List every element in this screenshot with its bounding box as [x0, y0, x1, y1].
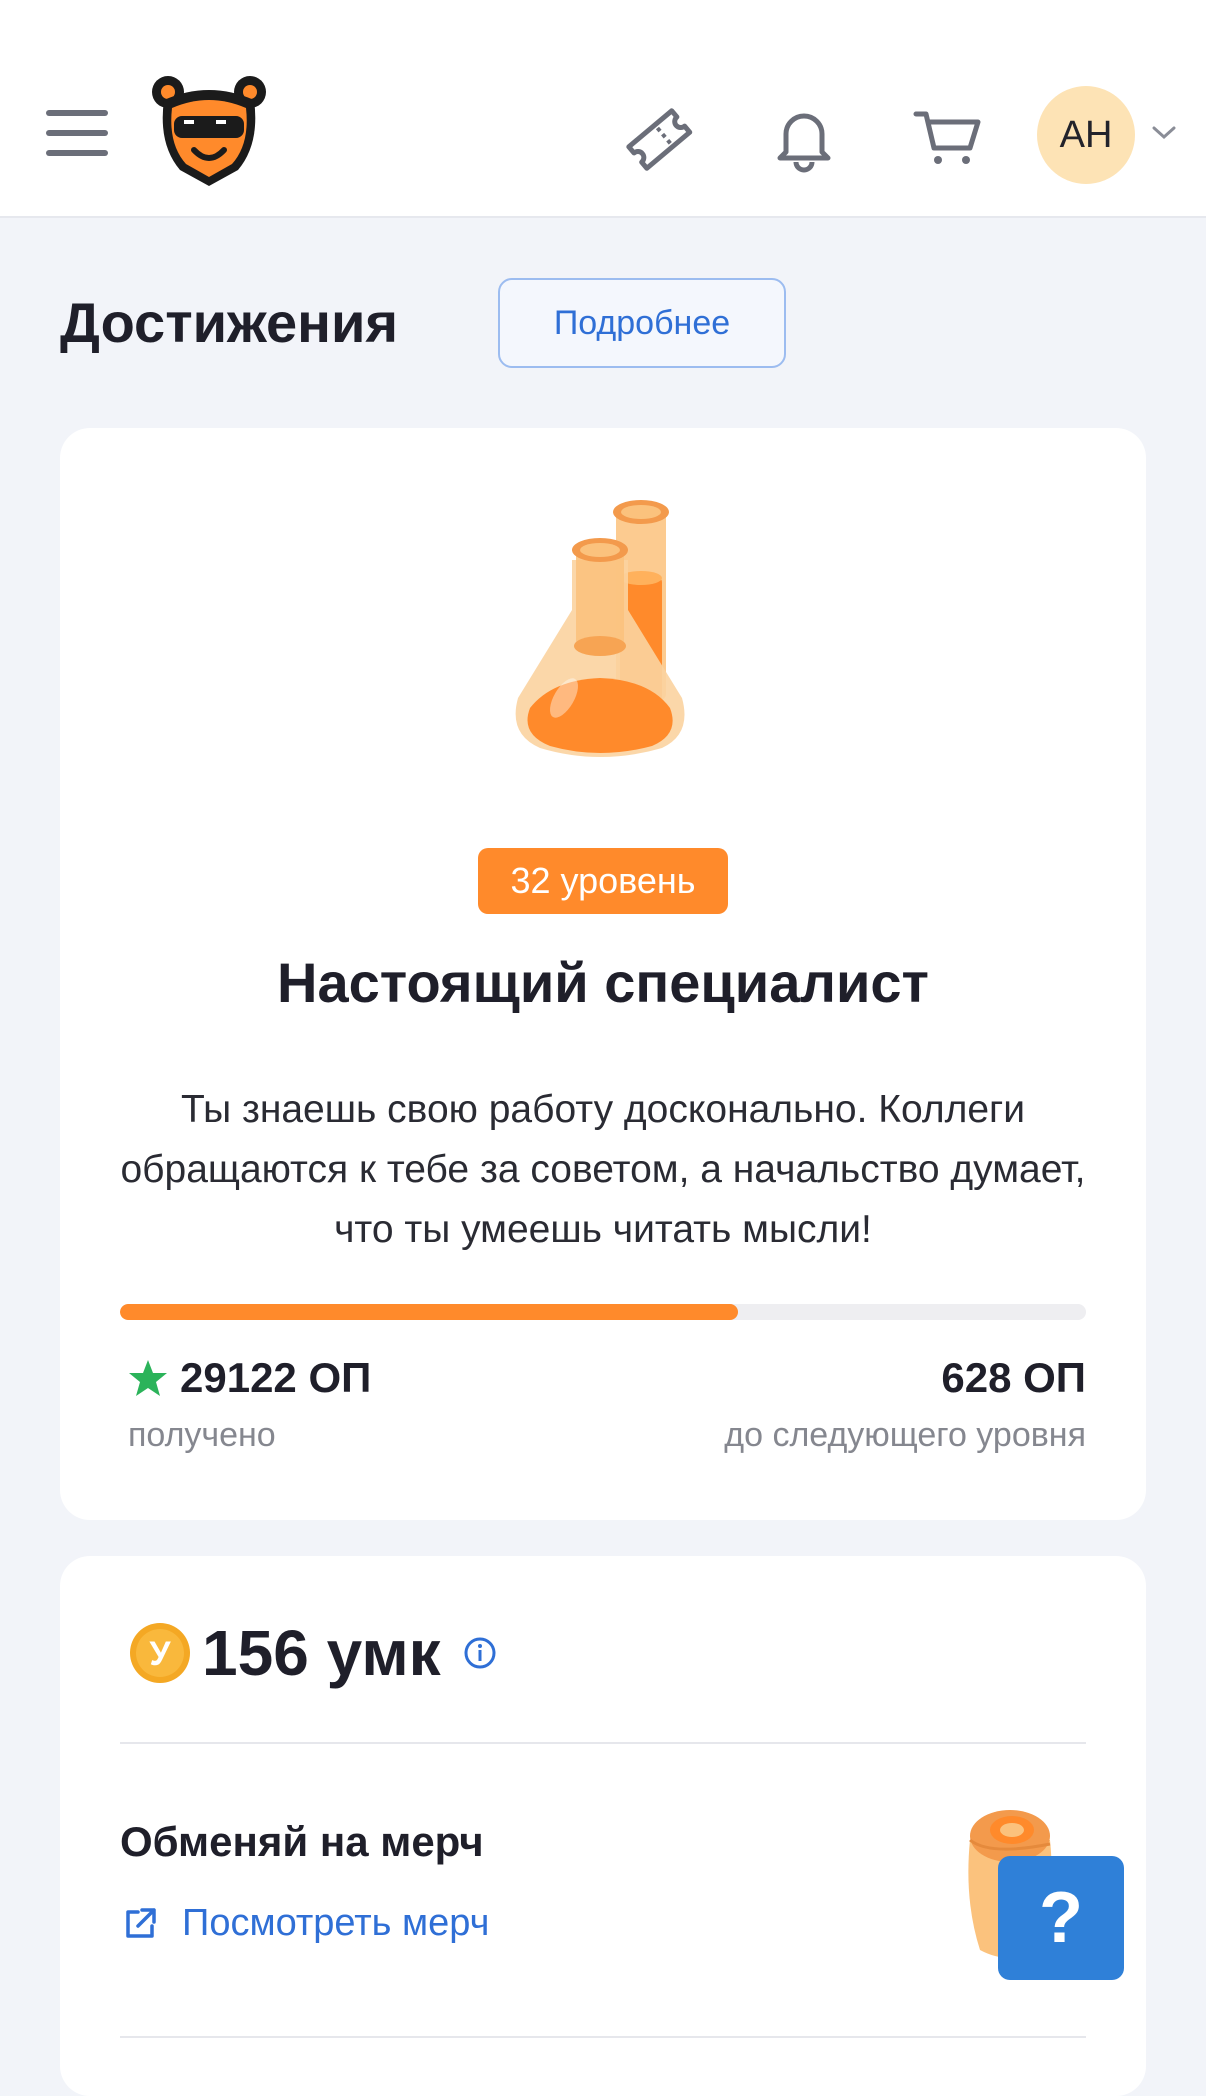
divider: [120, 2036, 1086, 2038]
star-icon: [129, 1360, 167, 1396]
points-earned-value: 29122 ОП: [180, 1354, 372, 1401]
page-title: Достижения: [60, 291, 399, 354]
level-description: Ты знаешь свою работу досконально. Колле…: [120, 1088, 1086, 1251]
ticket-icon[interactable]: [620, 100, 696, 176]
info-icon[interactable]: [463, 1636, 497, 1670]
cart-icon[interactable]: [910, 100, 986, 176]
points-to-next-level: 628 ОП до следующего уровня: [724, 1354, 1086, 1455]
points-earned: 29122 ОП получено: [128, 1354, 371, 1455]
level-progress-fill: [120, 1304, 739, 1320]
coins-balance: У 156 умк: [128, 1616, 497, 1690]
external-link-icon: [126, 1907, 156, 1938]
points-to-next-value: 628 ОП: [941, 1354, 1086, 1401]
coins-card: У 156 умк Обменяй на мерч Посмотреть мер…: [60, 1556, 1146, 2096]
flask-icon: [515, 500, 685, 757]
help-button[interactable]: ?: [998, 1856, 1124, 1980]
achievement-card: 32 уровень Настоящий специалист Ты знаеш…: [60, 428, 1146, 1520]
coin-letter: У: [149, 1635, 171, 1673]
bear-logo[interactable]: [150, 74, 268, 190]
view-merch-label: Посмотреть мерч: [182, 1902, 490, 1944]
coins-amount: 156 умк: [202, 1617, 441, 1689]
chevron-down-icon[interactable]: [1150, 122, 1178, 142]
bell-icon[interactable]: [766, 100, 842, 176]
app-header: АН: [0, 0, 1206, 218]
merch-title: Обменяй на мерч: [120, 1818, 484, 1865]
level-badge: 32 уровень: [478, 848, 728, 914]
level-progress-bar: [120, 1304, 1086, 1320]
view-merch-link[interactable]: Посмотреть мерч: [120, 1902, 489, 1945]
level-title: Настоящий специалист: [277, 951, 929, 1014]
details-button[interactable]: Подробнее: [498, 278, 786, 368]
points-to-next-caption: до следующего уровня: [724, 1416, 1086, 1454]
user-avatar[interactable]: АН: [1037, 86, 1135, 184]
points-earned-caption: получено: [128, 1416, 276, 1454]
menu-icon[interactable]: [46, 110, 108, 156]
coin-icon: У: [130, 1623, 190, 1683]
divider: [120, 1742, 1086, 1744]
